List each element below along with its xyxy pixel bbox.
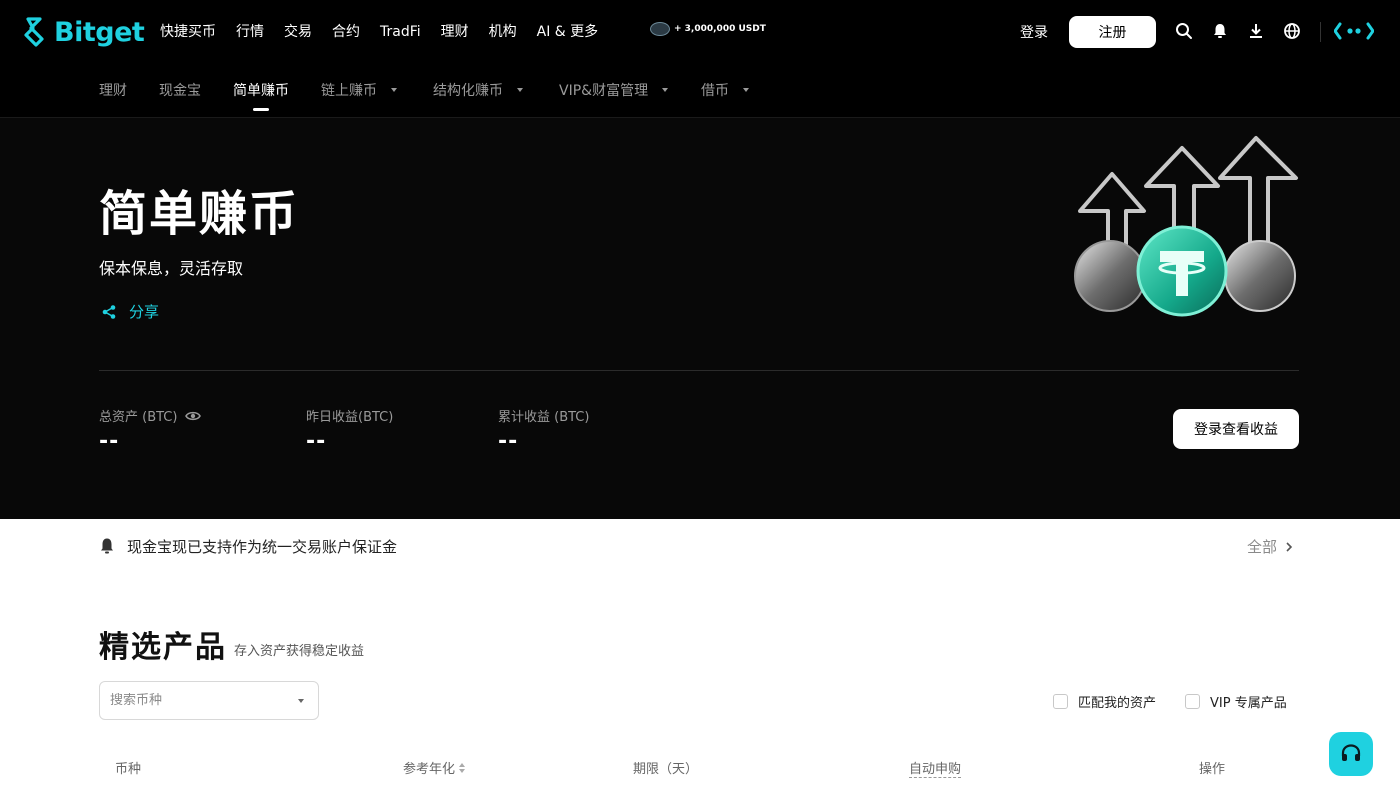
promo-badge[interactable]: + 3,000,000 USDT: [650, 22, 766, 36]
subnav-vip-wealth[interactable]: VIP&财富管理: [559, 80, 669, 100]
column-label: 参考年化: [403, 762, 456, 777]
menu-tradfi[interactable]: TradFi: [380, 20, 421, 44]
search-input[interactable]: [110, 693, 280, 708]
column-header-term: 期限（天）: [633, 758, 698, 777]
column-label: 币种: [115, 762, 142, 777]
chevron-down-icon: [517, 88, 523, 92]
cumulative-earnings-label: 累计收益 (BTC): [498, 410, 590, 425]
hero-section: 简单赚币 保本保息，灵活存取 分享 总资产 (BTC) -- 昨日收益(BTC)…: [0, 118, 1400, 519]
subnav-onchain-earn[interactable]: 链上赚币: [321, 80, 397, 100]
column-label: 期限（天）: [633, 762, 699, 777]
search-icon[interactable]: [1175, 22, 1193, 40]
menu-earn[interactable]: 理财: [441, 20, 469, 44]
column-label: 自动申购: [909, 762, 962, 777]
yesterday-earnings-value: --: [306, 429, 327, 454]
page-title: 简单赚币: [99, 186, 300, 242]
yesterday-earnings-label: 昨日收益(BTC): [306, 410, 394, 425]
logo-text: Bitget: [54, 16, 145, 48]
subnav-label: 结构化赚币: [433, 83, 503, 99]
column-header-apr[interactable]: 参考年化: [403, 758, 466, 777]
register-button[interactable]: 注册: [1069, 16, 1156, 48]
view-all-label: 全部: [1246, 538, 1277, 556]
login-link[interactable]: 登录: [1020, 22, 1048, 42]
active-tab-indicator: [253, 108, 269, 111]
checkbox-label: 匹配我的资产: [1078, 696, 1157, 711]
more-icon[interactable]: [1334, 22, 1374, 40]
menu-futures[interactable]: 合约: [332, 20, 360, 44]
sort-icon[interactable]: [459, 762, 466, 773]
section-title: 精选产品: [99, 630, 227, 665]
login-view-earnings-button[interactable]: 登录查看收益: [1173, 409, 1299, 449]
chevron-down-icon: [391, 88, 397, 92]
headset-icon: [1341, 744, 1361, 761]
announcement-bar: 现金宝现已支持作为统一交易账户保证金 全部: [99, 533, 1299, 559]
view-all-link[interactable]: 全部: [1247, 536, 1293, 557]
top-navbar: Bitget 快捷买币 行情 交易 合约 TradFi 理财 机构 AI & 更…: [0, 0, 1400, 64]
bell-icon: [101, 538, 113, 554]
page-subtitle: 保本保息，灵活存取: [99, 259, 244, 278]
subnav-savings[interactable]: 现金宝: [159, 80, 201, 100]
total-assets-label: 总资产 (BTC): [99, 410, 178, 425]
checkbox-box[interactable]: [1185, 694, 1200, 709]
section-subtitle: 存入资产获得稳定收益: [234, 644, 365, 659]
customer-support-button[interactable]: [1329, 732, 1373, 776]
share-label: 分享: [129, 303, 160, 321]
subnav-loans[interactable]: 借币: [701, 80, 749, 100]
match-my-assets-checkbox[interactable]: 匹配我的资产: [1053, 692, 1156, 711]
main-menu: 快捷买币 行情 交易 合约 TradFi 理财 机构 AI & 更多: [160, 20, 598, 44]
subnav-label: 借币: [701, 83, 729, 99]
menu-markets[interactable]: 行情: [236, 20, 264, 44]
yesterday-earnings-stat: 昨日收益(BTC) --: [306, 406, 393, 454]
subnav-simple-earn[interactable]: 简单赚币: [233, 80, 289, 100]
bitget-logo-mark-icon: [24, 17, 44, 47]
chevron-down-icon: [662, 88, 669, 92]
share-icon: [102, 304, 116, 319]
chevron-down-icon: [743, 88, 749, 92]
subnav-label: 现金宝: [159, 83, 201, 99]
earn-subnav: 理财 现金宝 简单赚币 链上赚币 结构化赚币 VIP&财富管理 借币: [0, 64, 1400, 118]
column-header-action: 操作: [1199, 758, 1225, 777]
coin-search-select[interactable]: [99, 681, 319, 720]
checkbox-label: VIP 专属产品: [1210, 696, 1287, 711]
coins-arrows-illustration: [1074, 136, 1298, 317]
download-icon[interactable]: [1247, 22, 1265, 40]
cumulative-earnings-stat: 累计收益 (BTC) --: [498, 406, 589, 454]
vip-products-checkbox[interactable]: VIP 专属产品: [1185, 692, 1287, 711]
subnav-label: 理财: [99, 83, 127, 99]
hero-divider: [99, 370, 1299, 371]
subnav-label: VIP&财富管理: [559, 83, 649, 99]
menu-institutional[interactable]: 机构: [489, 20, 517, 44]
column-header-auto-subscribe[interactable]: 自动申购: [909, 758, 962, 778]
cumulative-earnings-value: --: [498, 429, 519, 454]
nav-divider: [1320, 22, 1321, 42]
subnav-earn[interactable]: 理财: [99, 80, 127, 100]
bitget-logo[interactable]: Bitget: [24, 16, 145, 48]
chevron-down-icon: [298, 699, 304, 703]
bell-icon[interactable]: [1211, 22, 1229, 40]
subnav-label: 链上赚币: [321, 83, 377, 99]
checkbox-box[interactable]: [1053, 694, 1068, 709]
menu-ai-more[interactable]: AI & 更多: [537, 20, 599, 44]
menu-quick-buy[interactable]: 快捷买币: [160, 20, 216, 44]
column-header-coin: 币种: [115, 758, 141, 777]
column-label: 操作: [1199, 762, 1226, 777]
total-assets-value: --: [99, 429, 120, 454]
promo-coin-icon: [650, 22, 670, 36]
announcement-text[interactable]: 现金宝现已支持作为统一交易账户保证金: [127, 536, 397, 557]
total-assets-stat: 总资产 (BTC) --: [99, 406, 202, 454]
subnav-label: 简单赚币: [233, 83, 289, 99]
eye-icon[interactable]: [185, 410, 202, 422]
menu-trade[interactable]: 交易: [284, 20, 312, 44]
chevron-right-icon: [1286, 541, 1293, 552]
promo-text: + 3,000,000 USDT: [674, 24, 766, 34]
share-button[interactable]: 分享: [101, 301, 159, 322]
globe-icon[interactable]: [1283, 22, 1301, 40]
subnav-structured-earn[interactable]: 结构化赚币: [433, 80, 523, 100]
